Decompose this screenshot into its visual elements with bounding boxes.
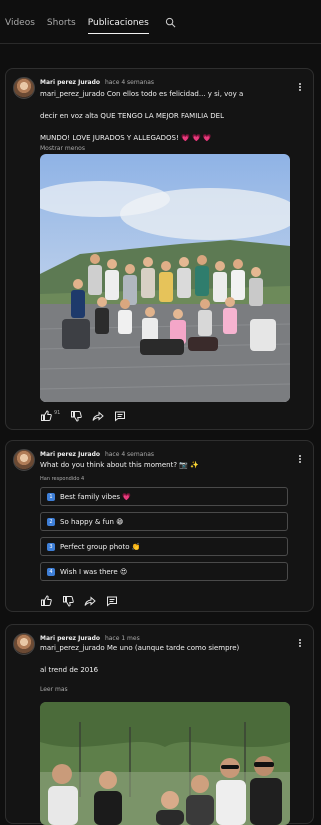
author-name[interactable]: Mari perez Jurado: [40, 79, 100, 86]
like-icon[interactable]: [40, 592, 52, 606]
tab-publicaciones[interactable]: Publicaciones: [87, 18, 149, 34]
post-text-line: mari_perez_jurado Me uno (aunque tarde c…: [40, 644, 240, 652]
post-date[interactable]: hace 4 semanas: [105, 79, 154, 86]
share-icon[interactable]: [84, 592, 96, 606]
post-card: Mari perez Jurado hace 4 semanas What do…: [5, 440, 314, 612]
more-options-icon[interactable]: [298, 638, 301, 648]
tab-videos[interactable]: Videos: [5, 18, 35, 28]
comment-icon[interactable]: [106, 592, 118, 607]
post-image[interactable]: [40, 702, 290, 825]
post-image[interactable]: [40, 154, 290, 402]
family-group-photo: [40, 154, 290, 402]
comment-icon[interactable]: [114, 407, 126, 422]
show-less-link[interactable]: Mostrar menos: [40, 145, 85, 152]
poll-option-label: Perfect group photo 👏: [60, 542, 141, 551]
poll-responses: Han respondido 4: [40, 476, 85, 482]
avatar[interactable]: [13, 77, 35, 99]
post-text-line: MUNDO! LOVE JURADOS Y ALLEGADOS! 💗 💗 💗: [40, 134, 212, 142]
post-card: Mari perez Jurado hace 4 semanas mari_pe…: [5, 68, 314, 430]
channel-tabs: Videos Shorts Publicaciones: [0, 0, 321, 44]
post-date[interactable]: hace 1 mes: [105, 635, 140, 642]
share-icon[interactable]: [92, 407, 105, 421]
avatar[interactable]: [13, 449, 35, 471]
like-count: 91: [54, 410, 61, 416]
search-icon[interactable]: [165, 17, 176, 31]
poll-option[interactable]: 2 So happy & fun 😁: [40, 512, 288, 531]
author-name[interactable]: Mari perez Jurado: [40, 451, 100, 458]
option-number-icon: 1: [47, 492, 55, 501]
option-number-icon: 3: [47, 542, 55, 551]
poll-option[interactable]: 3 Perfect group photo 👏: [40, 537, 288, 556]
post-actions: [40, 592, 118, 607]
poll-option[interactable]: 1 Best family vibes 💗: [40, 487, 288, 506]
post-header: Mari perez Jurado hace 4 semanas: [40, 79, 154, 86]
poll-option-label: Wish I was there 😍: [60, 567, 128, 576]
tab-shorts[interactable]: Shorts: [47, 18, 76, 28]
post-card: Mari perez Jurado hace 1 mes mari_perez_…: [5, 624, 314, 825]
option-number-icon: 4: [47, 567, 55, 576]
poll-question: What do you think about this moment? 📷 ✨: [40, 461, 199, 469]
friends-photo: [40, 702, 290, 825]
poll-option-label: So happy & fun 😁: [60, 517, 124, 526]
post-date[interactable]: hace 4 semanas: [105, 451, 154, 458]
dislike-icon[interactable]: [70, 407, 83, 422]
author-name[interactable]: Mari perez Jurado: [40, 635, 100, 642]
more-options-icon[interactable]: [298, 82, 301, 92]
poll-option[interactable]: 4 Wish I was there 😍: [40, 562, 288, 581]
avatar[interactable]: [13, 633, 35, 655]
like-icon[interactable]: [40, 407, 52, 421]
post-text-line: mari_perez_jurado Con ellos todo es feli…: [40, 90, 244, 98]
read-more-link[interactable]: Leer mas: [40, 686, 68, 693]
option-number-icon: 2: [47, 517, 55, 526]
post-header: Mari perez Jurado hace 4 semanas: [40, 451, 154, 458]
post-text-line: al trend de 2016: [40, 666, 99, 674]
post-header: Mari perez Jurado hace 1 mes: [40, 635, 140, 642]
post-text-line: decir en voz alta QUE TENGO LA MEJOR FAM…: [40, 112, 224, 120]
poll-option-label: Best family vibes 💗: [60, 492, 131, 501]
more-options-icon[interactable]: [298, 454, 301, 464]
post-actions: 91: [40, 407, 126, 422]
dislike-icon[interactable]: [62, 592, 74, 607]
